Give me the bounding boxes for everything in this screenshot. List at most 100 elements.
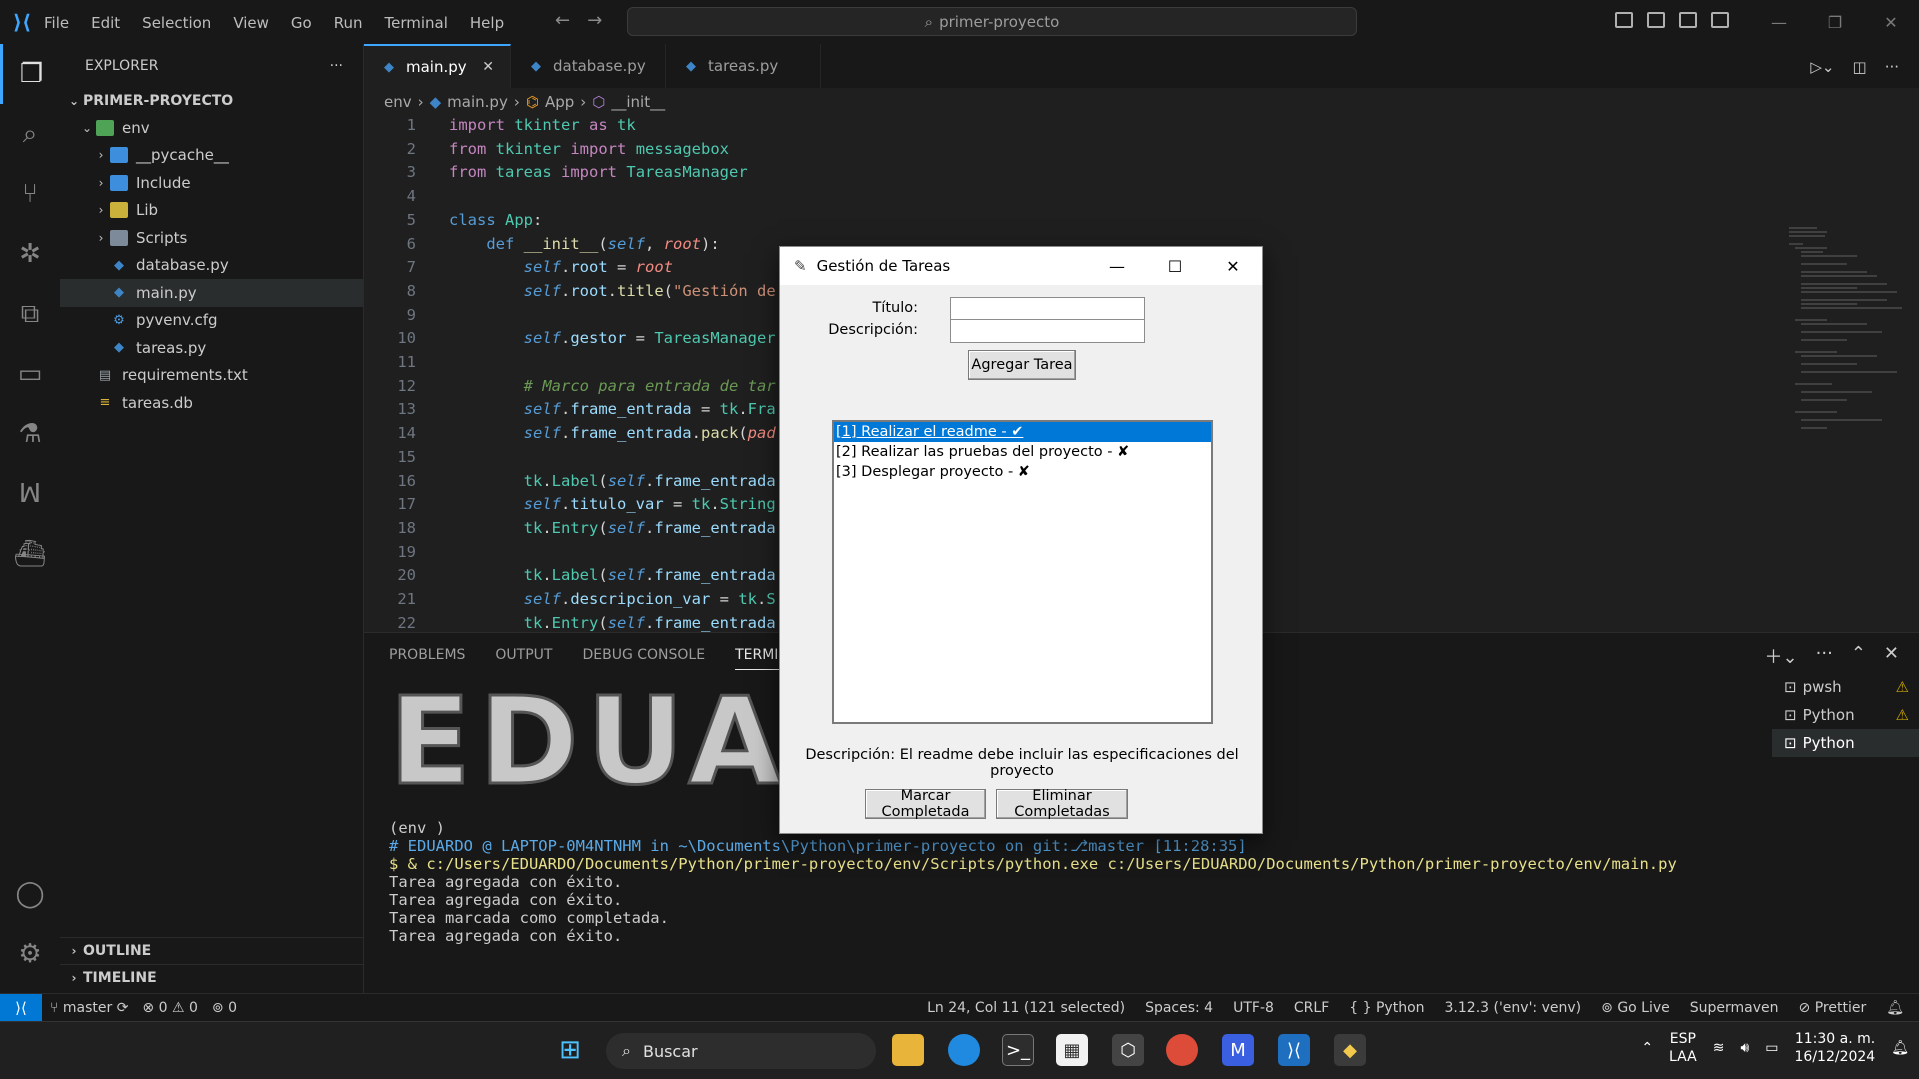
menu-edit[interactable]: Edit bbox=[91, 14, 120, 32]
menu-run[interactable]: Run bbox=[334, 14, 363, 32]
menu-go[interactable]: Go bbox=[291, 14, 312, 32]
notifications-bell-icon[interactable]: 🔔︎ bbox=[1886, 1000, 1904, 1016]
timeline-section[interactable]: › TIMELINE bbox=[60, 964, 364, 991]
descripcion-input[interactable] bbox=[950, 319, 1145, 343]
back-arrow-icon[interactable]: ← bbox=[555, 10, 570, 31]
go-live[interactable]: ⊚ Go Live bbox=[1601, 1000, 1670, 1016]
tree-item-main-py[interactable]: ◆ main.py bbox=[60, 279, 363, 307]
project-root[interactable]: ⌄ PRIMER-PROYECTO bbox=[60, 88, 363, 114]
encoding[interactable]: UTF-8 bbox=[1233, 1000, 1274, 1016]
cursor-position[interactable]: Ln 24, Col 11 (121 selected) bbox=[927, 1000, 1125, 1016]
task-list-item[interactable]: [2] Realizar las pruebas del proyecto - … bbox=[834, 442, 1211, 462]
extensions-icon[interactable]: ⧉ bbox=[0, 284, 60, 344]
terminal-item-python-active[interactable]: ⊡ Python bbox=[1772, 729, 1919, 757]
outline-section[interactable]: › OUTLINE bbox=[60, 937, 364, 964]
maximize-window-icon[interactable]: ☐ bbox=[1146, 247, 1204, 285]
tasks-listbox[interactable]: [1] Realizar el readme - ✔ [2] Realizar … bbox=[832, 420, 1213, 724]
taskbar-search[interactable]: ⌕ Buscar bbox=[606, 1033, 876, 1069]
restore-window-icon[interactable]: ❐ bbox=[1807, 0, 1863, 44]
more-actions-icon[interactable]: ··· bbox=[1885, 58, 1899, 76]
chevron-up-icon[interactable]: ⌃ bbox=[1641, 1040, 1653, 1056]
command-center-search[interactable]: ⌕ primer-proyecto bbox=[627, 7, 1357, 36]
breadcrumb-main-py[interactable]: main.py bbox=[447, 93, 508, 111]
panel-tab-debug-console[interactable]: DEBUG CONSOLE bbox=[582, 647, 705, 670]
minimap[interactable] bbox=[1787, 224, 1907, 444]
ports-status[interactable]: ⊚ 0 bbox=[212, 1000, 237, 1016]
breadcrumb-app[interactable]: App bbox=[545, 93, 574, 111]
chrome-browser-icon[interactable] bbox=[1166, 1034, 1198, 1066]
terminal-app-icon[interactable]: >_ bbox=[1002, 1034, 1034, 1066]
agregar-tarea-button[interactable]: Agregar Tarea bbox=[968, 350, 1076, 380]
close-window-icon[interactable]: ✕ bbox=[1863, 0, 1919, 44]
minimize-window-icon[interactable]: — bbox=[1751, 0, 1807, 44]
run-python-icon[interactable]: ▷⌄ bbox=[1810, 58, 1834, 76]
breadcrumb-env[interactable]: env bbox=[384, 93, 412, 111]
forward-arrow-icon[interactable]: → bbox=[587, 10, 602, 31]
menu-selection[interactable]: Selection bbox=[142, 14, 211, 32]
language-mode[interactable]: { } Python bbox=[1349, 1000, 1424, 1016]
explorer-icon[interactable]: ❐ bbox=[0, 44, 60, 104]
close-tab-icon[interactable]: ✕ bbox=[482, 59, 494, 75]
clock[interactable]: 11:30 a. m. 16/12/2024 bbox=[1795, 1030, 1876, 1066]
source-control-icon[interactable]: ⑂ bbox=[0, 164, 60, 224]
terminal-item-pwsh[interactable]: ⊡ pwsh ⚠ bbox=[1772, 673, 1919, 701]
volume-icon[interactable]: 🔊︎ bbox=[1740, 1040, 1749, 1056]
toggle-sidebar-icon[interactable] bbox=[1647, 12, 1665, 28]
close-window-icon[interactable]: ✕ bbox=[1204, 247, 1262, 285]
more-actions-icon[interactable]: ··· bbox=[1816, 643, 1833, 669]
python-interpreter[interactable]: 3.12.3 ('env': venv) bbox=[1445, 1000, 1582, 1016]
vscode-app-icon[interactable]: ⟩⟨ bbox=[1278, 1034, 1310, 1066]
remote-icon[interactable]: ⟩⟨ bbox=[0, 994, 42, 1022]
remote-explorer-icon[interactable]: ▭ bbox=[0, 344, 60, 404]
tree-item-env[interactable]: ⌄ env bbox=[60, 114, 363, 142]
menu-help[interactable]: Help bbox=[470, 14, 504, 32]
menu-file[interactable]: File bbox=[44, 14, 69, 32]
line-ending[interactable]: CRLF bbox=[1294, 1000, 1329, 1016]
problems-status[interactable]: ⊗ 0 ⚠ 0 bbox=[142, 1000, 198, 1016]
new-terminal-icon[interactable]: ＋⌄ bbox=[1765, 643, 1798, 669]
tab-database-py[interactable]: ◆ database.py bbox=[511, 44, 666, 88]
python-app-icon[interactable]: ◆ bbox=[1334, 1034, 1366, 1066]
terminal-item-python[interactable]: ⊡ Python ⚠ bbox=[1772, 701, 1919, 729]
tree-item-tareas-py[interactable]: ◆ tareas.py bbox=[60, 334, 363, 362]
windows-start-icon[interactable]: ⊞ bbox=[554, 1034, 586, 1066]
tree-item-tareas-db[interactable]: ≡ tareas.db bbox=[60, 389, 363, 417]
tab-main-py[interactable]: ◆ main.py ✕ bbox=[364, 44, 511, 88]
titulo-input[interactable] bbox=[950, 297, 1145, 321]
tree-item-requirements-txt[interactable]: ▤ requirements.txt bbox=[60, 362, 363, 390]
panel-tab-output[interactable]: OUTPUT bbox=[495, 647, 552, 670]
prettier[interactable]: ⊘ Prettier bbox=[1799, 1000, 1867, 1016]
microsoft-store-icon[interactable]: ▦ bbox=[1056, 1034, 1088, 1066]
task-list-item[interactable]: [1] Realizar el readme - ✔ bbox=[834, 422, 1211, 442]
menu-terminal[interactable]: Terminal bbox=[385, 14, 448, 32]
wifi-icon[interactable]: ≋ bbox=[1713, 1040, 1725, 1056]
battery-icon[interactable]: ▭ bbox=[1765, 1040, 1778, 1056]
accounts-icon[interactable]: ◯ bbox=[0, 864, 60, 924]
tree-item-database-py[interactable]: ◆ database.py bbox=[60, 252, 363, 280]
panel-tab-problems[interactable]: PROBLEMS bbox=[389, 647, 465, 670]
tree-item-lib[interactable]: › Lib bbox=[60, 197, 363, 225]
manage-gear-icon[interactable]: ⚙ bbox=[0, 924, 60, 984]
task-list-item[interactable]: [3] Desplegar proyecto - ✘ bbox=[834, 462, 1211, 482]
file-explorer-icon[interactable] bbox=[892, 1034, 924, 1066]
explorer-more-icon[interactable]: ··· bbox=[330, 58, 343, 74]
supermaven[interactable]: Supermaven bbox=[1690, 1000, 1779, 1016]
menu-view[interactable]: View bbox=[233, 14, 269, 32]
tree-item-pyvenv-cfg[interactable]: ⚙ pyvenv.cfg bbox=[60, 307, 363, 335]
tree-item-pycache[interactable]: › __pycache__ bbox=[60, 142, 363, 170]
toggle-secondary-sidebar-icon[interactable] bbox=[1711, 12, 1729, 28]
close-panel-icon[interactable]: ✕ bbox=[1884, 643, 1899, 669]
kite-icon[interactable]: ꟽ bbox=[0, 464, 60, 524]
tab-tareas-py[interactable]: ◆ tareas.py bbox=[666, 44, 821, 88]
tree-item-scripts[interactable]: › Scripts bbox=[60, 224, 363, 252]
docker-icon[interactable]: ⛴ bbox=[0, 524, 60, 584]
app-icon[interactable]: M bbox=[1222, 1034, 1254, 1066]
dialog-title-bar[interactable]: ✎ Gestión de Tareas — ☐ ✕ bbox=[780, 247, 1262, 285]
run-debug-icon[interactable]: ✲ bbox=[0, 224, 60, 284]
split-editor-icon[interactable]: ◫ bbox=[1853, 58, 1867, 76]
minimize-window-icon[interactable]: — bbox=[1088, 247, 1146, 285]
branch-status[interactable]: ⑂ master ⟳ bbox=[50, 1000, 128, 1016]
testing-icon[interactable]: ⚗ bbox=[0, 404, 60, 464]
indentation[interactable]: Spaces: 4 bbox=[1145, 1000, 1213, 1016]
unity-hub-icon[interactable]: ⬡ bbox=[1112, 1034, 1144, 1066]
